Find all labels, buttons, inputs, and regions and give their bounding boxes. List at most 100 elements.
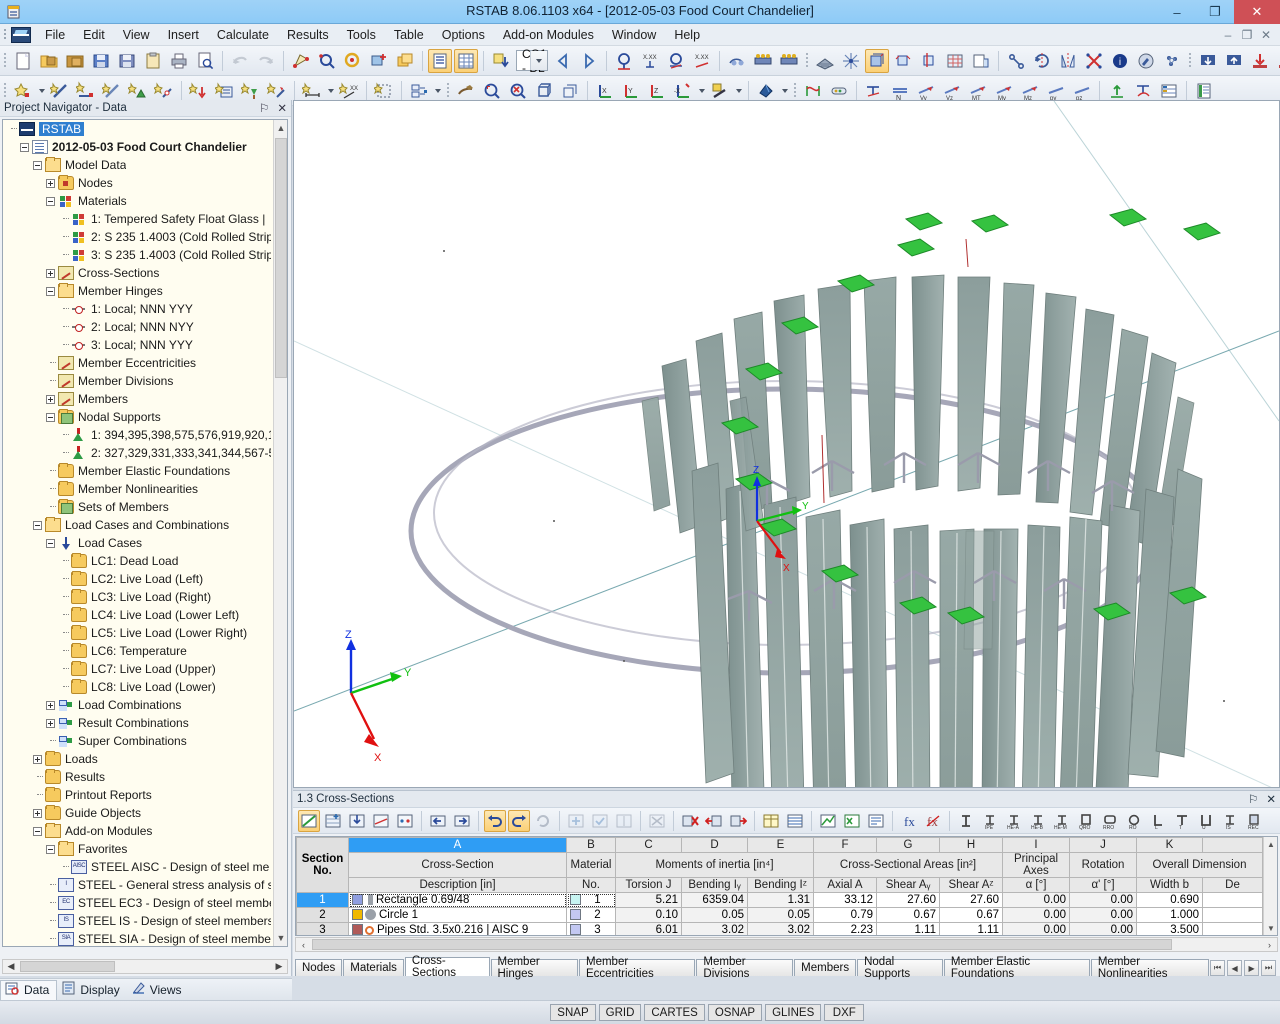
cell-bending-iy[interactable]: 0.05 — [682, 908, 748, 923]
redo-icon[interactable] — [254, 49, 278, 73]
axial-force-n-icon[interactable]: N — [888, 79, 912, 103]
tree-item[interactable]: Member Eccentricities — [3, 354, 275, 372]
table-tab-members[interactable]: Members — [794, 959, 856, 976]
toolbar-grip[interactable] — [792, 80, 798, 102]
tree-item[interactable]: Cross-Sections — [3, 264, 275, 282]
table-tab-member-elastic-foundations[interactable]: Member Elastic Foundations — [944, 959, 1090, 976]
section-hem-icon[interactable]: HE-M — [1051, 810, 1073, 832]
tree-item[interactable]: SIASTEEL SIA - Design of steel membe — [3, 930, 275, 946]
tree-item[interactable]: LC7: Live Load (Upper) — [3, 660, 275, 678]
upload-icon[interactable] — [1274, 49, 1280, 73]
navigator-tab-display[interactable]: Display — [57, 980, 126, 1000]
cell-width-b[interactable]: 0.690 — [1137, 893, 1203, 908]
export-icon[interactable] — [1222, 49, 1246, 73]
cell-shear-ay[interactable]: 1.11 — [877, 923, 940, 937]
row-header-section-no[interactable]: 2 — [297, 908, 349, 923]
navigator-tab-data[interactable]: Data — [0, 980, 57, 1000]
cell-bending-iy[interactable]: 6359.04 — [682, 893, 748, 908]
expand-icon[interactable] — [46, 701, 55, 710]
cell-shear-az[interactable]: 0.67 — [940, 908, 1003, 923]
table-row[interactable]: 1Rectangle 0.69/4815.216359.041.3133.122… — [297, 893, 1263, 908]
delete-row-icon[interactable] — [679, 810, 701, 832]
refresh-icon[interactable] — [532, 810, 554, 832]
toolbar-grip[interactable] — [2, 50, 8, 72]
nodal-load-icon[interactable] — [187, 79, 211, 103]
status-button-grid[interactable]: GRID — [599, 1004, 642, 1021]
cell-width-b[interactable]: 3.500 — [1137, 923, 1203, 937]
table-clear-formula-icon[interactable]: fx — [922, 810, 944, 832]
cell-torsion-j[interactable]: 0.10 — [616, 908, 682, 923]
redo-table-icon[interactable] — [508, 810, 530, 832]
expand-icon[interactable] — [33, 755, 42, 764]
cell-torsion-j[interactable]: 5.21 — [616, 893, 682, 908]
menu-item-options[interactable]: Options — [433, 26, 494, 44]
show-loads-icon[interactable] — [612, 49, 636, 73]
cell-shear-ay[interactable]: 0.67 — [877, 908, 940, 923]
bending-moment-my-icon[interactable]: My — [992, 79, 1016, 103]
status-button-snap[interactable]: SNAP — [550, 1004, 595, 1021]
tree-item[interactable]: Results — [3, 768, 275, 786]
edit-cross-section-icon[interactable] — [298, 810, 320, 832]
settings-dots-icon[interactable] — [1160, 49, 1184, 73]
status-button-osnap[interactable]: OSNAP — [708, 1004, 762, 1021]
tree-item[interactable]: Member Divisions — [3, 372, 275, 390]
column-letter-header[interactable]: B — [567, 838, 616, 853]
section-ro-icon[interactable]: RO — [1123, 810, 1145, 832]
previous-load-case-icon[interactable] — [551, 49, 575, 73]
column-letter-header[interactable]: C — [616, 838, 682, 853]
shear-force-vy-icon[interactable]: Vy — [914, 79, 938, 103]
mdi-restore-button[interactable]: ❐ — [1239, 28, 1255, 42]
section-rro-icon[interactable]: RRO — [1099, 810, 1121, 832]
table-tab-nodal-supports[interactable]: Nodal Supports — [857, 959, 943, 976]
chevron-down-icon[interactable] — [432, 79, 443, 103]
tree-item[interactable]: LC3: Live Load (Right) — [3, 588, 275, 606]
zoom-window-icon[interactable] — [480, 79, 504, 103]
toolbar-grip[interactable] — [445, 80, 451, 102]
collapse-icon[interactable] — [46, 287, 55, 296]
menu-item-help[interactable]: Help — [665, 26, 709, 44]
result-values-icon[interactable]: X.XX — [690, 49, 714, 73]
support-reactions-icon[interactable] — [862, 79, 886, 103]
table-tab-member-nonlinearities[interactable]: Member Nonlinearities — [1091, 959, 1209, 976]
tree-item[interactable]: LC4: Live Load (Lower Left) — [3, 606, 275, 624]
chevron-down-icon[interactable] — [325, 79, 336, 103]
cell-shear-ay[interactable]: 27.60 — [877, 893, 940, 908]
cell-depth[interactable] — [1203, 908, 1263, 923]
section-i-icon[interactable] — [955, 810, 977, 832]
import-rows-icon[interactable] — [346, 810, 368, 832]
scroll-up-arrow[interactable]: ▲ — [1264, 837, 1278, 851]
cell-rotation-alpha[interactable]: 0.00 — [1070, 893, 1137, 908]
add-row-icon[interactable] — [565, 810, 587, 832]
select-objects-icon[interactable] — [289, 49, 313, 73]
pin-icon[interactable]: ⚐ — [1248, 792, 1258, 806]
tree-item[interactable]: Nodes — [3, 174, 275, 192]
select-special-icon[interactable] — [315, 49, 339, 73]
scroll-right-arrow[interactable]: ▶ — [271, 960, 287, 973]
menu-item-tools[interactable]: Tools — [338, 26, 385, 44]
surfaces-icon[interactable] — [943, 49, 967, 73]
torsion-moment-mt-icon[interactable]: MT — [966, 79, 990, 103]
move-icon[interactable] — [1004, 49, 1028, 73]
collapse-icon[interactable] — [33, 827, 42, 836]
material-no-cell[interactable]: 2 — [567, 908, 616, 923]
delete-column-left-icon[interactable] — [703, 810, 725, 832]
tree-item[interactable]: 3: Local; NNN YYY — [3, 336, 275, 354]
tree-item[interactable]: RSTAB — [3, 120, 275, 138]
close-icon[interactable]: ✕ — [277, 101, 287, 115]
menu-grip[interactable] — [2, 27, 9, 43]
menu-item-addon-modules[interactable]: Add-on Modules — [494, 26, 603, 44]
show-table-icon[interactable] — [428, 49, 452, 73]
grid-horizontal-scrollbar[interactable]: ‹ › — [295, 937, 1278, 952]
minimize-button[interactable]: – — [1158, 0, 1196, 24]
tree-item[interactable]: Loads — [3, 750, 275, 768]
last-tab-button[interactable]: ⏭ — [1261, 960, 1276, 976]
row-header-section-no[interactable]: 3 — [297, 923, 349, 937]
next-tab-button[interactable]: ▶ — [1244, 960, 1259, 976]
section-hea-icon[interactable]: HE-A — [1003, 810, 1025, 832]
deformation-py-icon[interactable]: py — [1044, 79, 1068, 103]
section-t-icon[interactable]: T — [1171, 810, 1193, 832]
tree-item[interactable]: ECSTEEL EC3 - Design of steel membe — [3, 894, 275, 912]
tree-item[interactable]: Favorites — [3, 840, 275, 858]
load-case-combobox[interactable]: CO1 - DL — [516, 50, 548, 71]
scroll-right-arrow[interactable]: › — [1262, 938, 1277, 951]
